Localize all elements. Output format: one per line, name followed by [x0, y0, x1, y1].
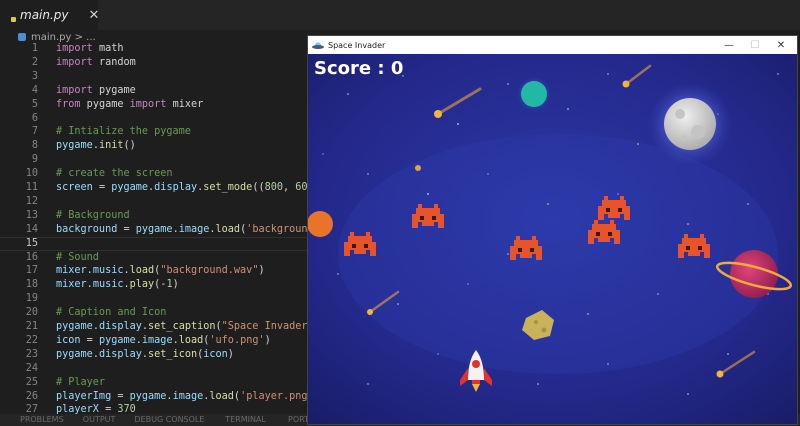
- line-number: 4: [31, 84, 38, 96]
- tab-label: main.py: [20, 8, 69, 22]
- code-text: pygame.display.set_icon(icon): [56, 348, 234, 360]
- code-text: screen = pygame.display.set_mode((800, 6…: [56, 182, 308, 193]
- python-file-icon: [18, 33, 26, 41]
- line-number: 25: [25, 376, 38, 388]
- line-number: 15: [25, 237, 38, 249]
- code-line[interactable]: 4 import pygame: [0, 84, 308, 98]
- line-number: 19: [25, 293, 38, 305]
- code-line[interactable]: 21 pygame.display.set_caption("Space Inva…: [0, 320, 308, 334]
- panel-tab[interactable]: DEBUG CONSOLE: [134, 415, 204, 424]
- code-text: mixer.music.load("background.wav"): [56, 265, 265, 277]
- window-title: Space Invader: [328, 40, 386, 50]
- code-text: icon = pygame.image.load('ufo.png'): [56, 334, 271, 346]
- code-text: pygame.init(): [56, 140, 136, 152]
- code-line[interactable]: 13 # Background: [0, 209, 308, 223]
- ufo-icon: [312, 41, 324, 49]
- line-number: 14: [25, 223, 38, 235]
- line-number: 8: [31, 140, 38, 152]
- code-text: from pygame import mixer: [56, 98, 204, 110]
- code-line[interactable]: 2 import random: [0, 56, 308, 70]
- line-number: 16: [25, 251, 38, 263]
- panel-tab[interactable]: PROBLEMS: [20, 415, 64, 424]
- code-text: # Background: [56, 209, 130, 221]
- line-number: 11: [25, 182, 38, 193]
- code-line[interactable]: 6: [0, 112, 308, 126]
- code-line[interactable]: 7 # Intialize the pygame: [0, 125, 308, 139]
- panel-tab[interactable]: TERMINAL: [225, 415, 266, 424]
- game-canvas[interactable]: Score : 0: [308, 54, 797, 424]
- tab-main-py[interactable]: main.py ✕: [0, 0, 100, 30]
- line-number: 23: [25, 348, 38, 360]
- code-line[interactable]: 16 # Sound: [0, 251, 308, 265]
- code-line[interactable]: 18 mixer.music.play(-1): [0, 278, 308, 292]
- code-text: # Player: [56, 376, 106, 388]
- line-number: 1: [31, 43, 38, 54]
- code-line[interactable]: 22 icon = pygame.image.load('ufo.png'): [0, 334, 308, 348]
- code-line[interactable]: 24: [0, 362, 308, 376]
- code-text: import random: [56, 56, 136, 68]
- line-number: 7: [31, 126, 38, 138]
- code-text: # create the screen: [56, 168, 173, 180]
- code-text: pygame.display.set_caption("Space Invade…: [56, 321, 308, 332]
- code-editor[interactable]: 1 import math 2 import random 3 4 import pygam…: [0, 42, 308, 414]
- code-line[interactable]: 14 background = pygame.image.load('backgr…: [0, 223, 308, 237]
- close-tab-icon[interactable]: ✕: [89, 8, 100, 23]
- code-text: # Caption and Icon: [56, 307, 167, 319]
- code-text: # Intialize the pygame: [56, 126, 191, 138]
- code-text: playerX = 370: [56, 404, 136, 414]
- line-number: 10: [25, 168, 38, 180]
- code-line[interactable]: 17 mixer.music.load("background.wav"): [0, 264, 308, 278]
- code-line[interactable]: 3: [0, 70, 308, 84]
- code-text: playerImg = pygame.image.load('player.pn…: [56, 390, 308, 402]
- code-line[interactable]: 8 pygame.init(): [0, 139, 308, 153]
- panel-tab[interactable]: OUTPUT: [83, 415, 116, 424]
- code-line[interactable]: 11 screen = pygame.display.set_mode((800,…: [0, 181, 308, 195]
- line-number: 18: [25, 279, 38, 291]
- line-number: 6: [31, 112, 38, 124]
- code-line[interactable]: 1 import math: [0, 42, 308, 56]
- code-line[interactable]: 9: [0, 153, 308, 167]
- line-number: 2: [31, 56, 38, 68]
- code-text: import math: [56, 43, 124, 54]
- code-line[interactable]: 23 pygame.display.set_icon(icon): [0, 348, 308, 362]
- line-number: 22: [25, 334, 38, 346]
- line-number: 9: [31, 154, 38, 166]
- space-background: [308, 54, 797, 424]
- editor-tab-bar: main.py ✕: [0, 0, 800, 30]
- code-line[interactable]: 5 from pygame import mixer: [0, 98, 308, 112]
- line-number: 21: [25, 321, 38, 332]
- code-text: import pygame: [56, 84, 136, 96]
- line-number: 27: [25, 404, 38, 414]
- code-text: # Sound: [56, 251, 99, 263]
- game-window[interactable]: Space Invader — ☐ ✕ Score: 0: [308, 36, 797, 424]
- line-number: 5: [31, 98, 38, 110]
- moon: [664, 98, 716, 150]
- code-line[interactable]: 20 # Caption and Icon: [0, 306, 308, 320]
- line-number: 20: [25, 307, 38, 319]
- window-title-bar[interactable]: Space Invader — ☐ ✕: [308, 36, 797, 54]
- line-number: 13: [25, 209, 38, 221]
- maximize-button[interactable]: ☐: [742, 36, 768, 54]
- minimize-button[interactable]: —: [716, 36, 742, 54]
- breadcrumb-text: main.py > ...: [31, 31, 96, 43]
- code-line[interactable]: 19: [0, 292, 308, 306]
- close-button[interactable]: ✕: [768, 36, 794, 54]
- score-display: Score : 0: [314, 58, 404, 79]
- code-line[interactable]: 10 # create the screen: [0, 167, 308, 181]
- line-number: 26: [25, 390, 38, 402]
- code-text: mixer.music.play(-1): [56, 279, 179, 291]
- code-text: background = pygame.image.load('backgrou…: [56, 223, 308, 235]
- code-line[interactable]: 12: [0, 195, 308, 209]
- line-number: 12: [25, 195, 38, 207]
- code-line[interactable]: 26 playerImg = pygame.image.load('player.…: [0, 390, 308, 404]
- line-number: 3: [31, 70, 38, 82]
- code-line[interactable]: 15: [0, 236, 308, 251]
- line-number: 17: [25, 265, 38, 277]
- code-line[interactable]: 27 playerX = 370: [0, 403, 308, 414]
- line-number: 24: [25, 362, 38, 374]
- code-line[interactable]: 25 # Player: [0, 376, 308, 390]
